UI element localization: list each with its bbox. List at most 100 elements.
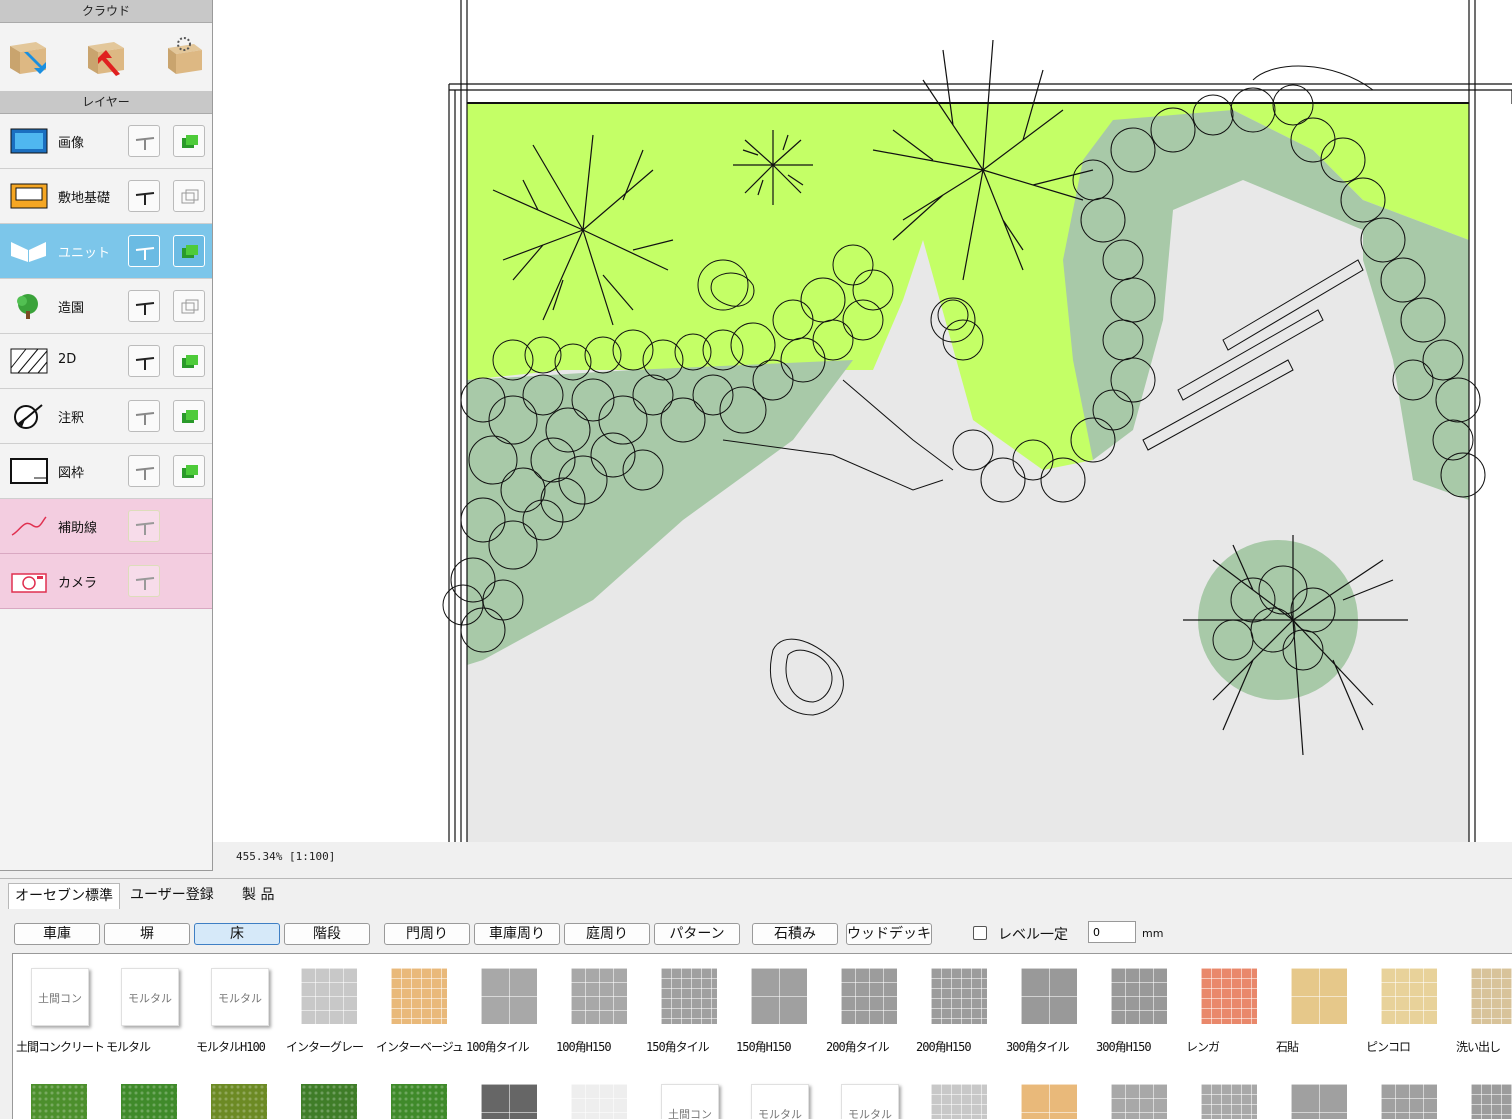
layer-lock-toggle[interactable] bbox=[173, 235, 205, 267]
material-item[interactable]: 300角H150 bbox=[1093, 954, 1183, 1058]
cloud-download-button[interactable] bbox=[6, 34, 50, 76]
layer-lock-toggle[interactable] bbox=[173, 400, 205, 432]
material-item[interactable] bbox=[1453, 1070, 1512, 1119]
category-stairs[interactable]: 階段 bbox=[284, 923, 370, 945]
material-item[interactable] bbox=[1273, 1070, 1363, 1119]
material-item[interactable] bbox=[1183, 1070, 1273, 1119]
material-item[interactable]: 洗い出し bbox=[1453, 954, 1512, 1058]
category-gate-area[interactable]: 門周り bbox=[384, 923, 470, 945]
material-item[interactable] bbox=[553, 1070, 643, 1119]
layer-row-site-foundation[interactable]: 敷地基礎 bbox=[0, 169, 212, 224]
layer-lock-toggle[interactable] bbox=[173, 180, 205, 212]
material-label: 石貼 bbox=[1276, 1040, 1299, 1054]
material-item[interactable]: インターグレー bbox=[283, 954, 373, 1058]
material-thumbnail: モルタル bbox=[751, 1084, 809, 1119]
layer-row-landscape[interactable]: 造園 bbox=[0, 279, 212, 334]
material-label: 洗い出し bbox=[1456, 1040, 1501, 1054]
material-item[interactable] bbox=[1363, 1070, 1453, 1119]
layer-visibility-toggle[interactable] bbox=[128, 180, 160, 212]
material-item[interactable]: 石貼 bbox=[1273, 954, 1363, 1058]
material-item[interactable] bbox=[1003, 1070, 1093, 1119]
material-thumbnail-text: モルタル bbox=[758, 1108, 802, 1119]
material-item[interactable] bbox=[373, 1070, 463, 1119]
category-garage-area[interactable]: 車庫周り bbox=[474, 923, 560, 945]
tab-user-registered[interactable]: ユーザー登録 bbox=[124, 883, 220, 909]
material-item[interactable] bbox=[103, 1070, 193, 1119]
layer-visibility-toggle[interactable] bbox=[128, 400, 160, 432]
material-thumbnail bbox=[211, 1084, 267, 1119]
material-item[interactable]: 100角タイル bbox=[463, 954, 553, 1058]
material-item[interactable] bbox=[1093, 1070, 1183, 1119]
material-label: 200角タイル bbox=[826, 1040, 890, 1054]
material-thumbnail bbox=[1471, 968, 1512, 1024]
layer-row-camera[interactable]: カメラ bbox=[0, 554, 212, 609]
cloud-settings-button[interactable] bbox=[162, 34, 206, 76]
layer-visibility-toggle[interactable] bbox=[128, 235, 160, 267]
material-thumbnail-text: モルタル bbox=[128, 992, 172, 1005]
tab-standard[interactable]: オーセブン標準 bbox=[8, 883, 120, 909]
layer-visibility-toggle[interactable] bbox=[128, 455, 160, 487]
level-fixed-checkbox[interactable] bbox=[973, 926, 987, 940]
category-garden-area[interactable]: 庭周り bbox=[564, 923, 650, 945]
tab-products[interactable]: 製 品 bbox=[236, 883, 280, 909]
material-item[interactable] bbox=[193, 1070, 283, 1119]
material-item[interactable] bbox=[463, 1070, 553, 1119]
material-item[interactable]: 150角タイル bbox=[643, 954, 733, 1058]
material-item[interactable]: モルタル モルタル bbox=[103, 954, 193, 1058]
level-input[interactable] bbox=[1088, 921, 1136, 943]
layer-row-frame[interactable]: 図枠 bbox=[0, 444, 212, 499]
layer-row-image[interactable]: 画像 bbox=[0, 114, 212, 169]
material-item[interactable]: モルタル bbox=[823, 1070, 913, 1119]
material-label: インターベージュ bbox=[376, 1040, 464, 1054]
layer-visibility-toggle[interactable] bbox=[128, 345, 160, 377]
layer-lock-toggle[interactable] bbox=[173, 455, 205, 487]
pin-icon bbox=[135, 577, 155, 590]
layer-visibility-toggle[interactable] bbox=[128, 125, 160, 157]
material-item[interactable] bbox=[913, 1070, 1003, 1119]
material-item[interactable]: モルタル bbox=[733, 1070, 823, 1119]
category-garage[interactable]: 車庫 bbox=[14, 923, 100, 945]
layer-row-guide-line[interactable]: 補助線 bbox=[0, 499, 212, 554]
material-item[interactable]: 100角H150 bbox=[553, 954, 643, 1058]
category-floor[interactable]: 床 bbox=[194, 923, 280, 945]
layer-row-2d[interactable]: 2D bbox=[0, 334, 212, 389]
pin-icon bbox=[135, 192, 155, 205]
material-item[interactable]: ピンコロ bbox=[1363, 954, 1453, 1058]
layer-section-header: レイヤー bbox=[0, 91, 212, 114]
layer-lock-toggle[interactable] bbox=[173, 345, 205, 377]
drawing-canvas[interactable] bbox=[213, 0, 1512, 842]
material-item[interactable] bbox=[283, 1070, 373, 1119]
layer-label: カメラ bbox=[58, 576, 98, 591]
material-thumbnail-text: モルタル bbox=[848, 1108, 892, 1119]
cloud-upload-button[interactable] bbox=[84, 34, 128, 76]
category-wood-deck[interactable]: ウッドデッキ bbox=[846, 923, 932, 945]
layer-lock-toggle[interactable] bbox=[173, 125, 205, 157]
site-foundation-icon bbox=[10, 183, 48, 209]
material-item[interactable]: 300角タイル bbox=[1003, 954, 1093, 1058]
layer-lock-toggle[interactable] bbox=[173, 290, 205, 322]
layer-visibility-toggle[interactable] bbox=[128, 510, 160, 542]
material-item[interactable]: 150角H150 bbox=[733, 954, 823, 1058]
material-item[interactable]: 200角タイル bbox=[823, 954, 913, 1058]
material-item[interactable]: 土間コン bbox=[643, 1070, 733, 1119]
layer-row-unit[interactable]: ユニット bbox=[0, 224, 212, 279]
material-item[interactable] bbox=[13, 1070, 103, 1119]
layer-label: 注釈 bbox=[58, 411, 85, 426]
material-item[interactable]: レンガ bbox=[1183, 954, 1273, 1058]
material-label: 300角タイル bbox=[1006, 1040, 1070, 1054]
material-item[interactable]: インターベージュ bbox=[373, 954, 464, 1058]
image-layer-icon bbox=[10, 128, 48, 154]
material-item[interactable]: 200角H150 bbox=[913, 954, 1003, 1058]
layer-row-annotation[interactable]: 注釈 bbox=[0, 389, 212, 444]
material-item[interactable]: モルタル モルタルH100 bbox=[193, 954, 283, 1058]
layer-visibility-toggle[interactable] bbox=[128, 565, 160, 597]
material-label: モルタル bbox=[106, 1040, 151, 1054]
material-label: 150角タイル bbox=[646, 1040, 710, 1054]
material-thumbnail bbox=[931, 1084, 987, 1119]
category-stone-wall[interactable]: 石積み bbox=[752, 923, 838, 945]
material-item[interactable]: 土間コン 土間コンクリート bbox=[13, 954, 105, 1058]
layer-panel: クラウド レイヤー 画像 敷地基礎 ユニット 造園 2D 注釈 図枠 補助線 カ… bbox=[0, 0, 213, 871]
category-wall[interactable]: 塀 bbox=[104, 923, 190, 945]
layer-visibility-toggle[interactable] bbox=[128, 290, 160, 322]
category-pattern[interactable]: パターン bbox=[654, 923, 740, 945]
